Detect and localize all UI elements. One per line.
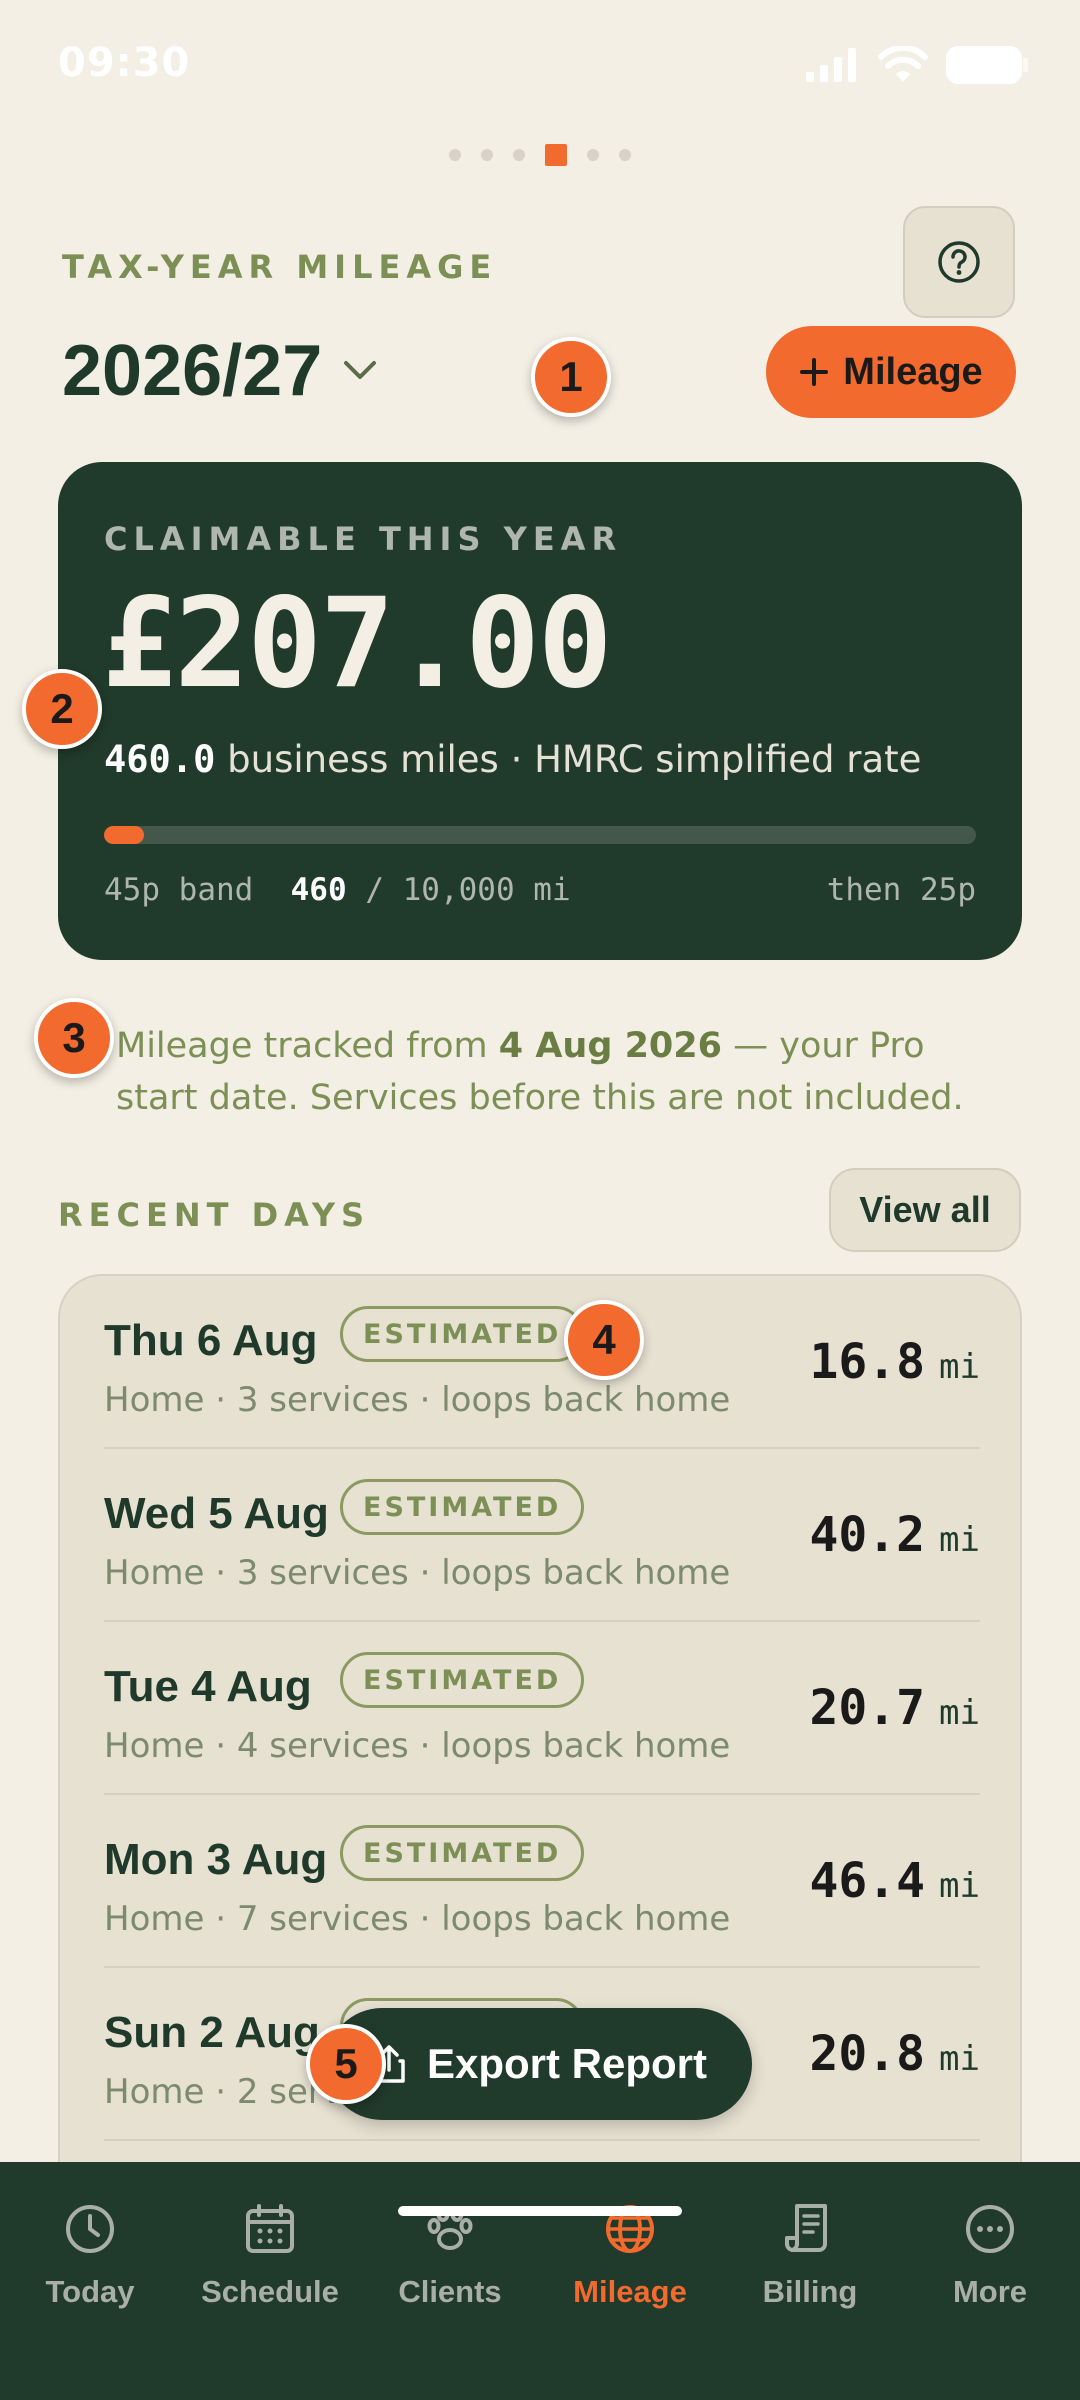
page-dot bbox=[545, 144, 567, 166]
day-date: Tue 4 Aug bbox=[104, 1662, 312, 1711]
day-date: Thu 6 Aug bbox=[104, 1316, 318, 1365]
nav-label: Schedule bbox=[201, 2274, 339, 2309]
day-miles-unit: mi bbox=[939, 1520, 980, 1560]
nav-item-clients[interactable]: Clients bbox=[360, 2202, 540, 2310]
page-dot bbox=[481, 149, 493, 161]
export-report-label: Export Report bbox=[426, 2040, 707, 2087]
claimable-summary-card: CLAIMABLE THIS YEAR £207.00 460.0 busine… bbox=[58, 462, 1022, 960]
band-after: then 25p bbox=[826, 872, 976, 908]
annotation-badge-5: 5 bbox=[306, 2024, 386, 2104]
wifi-icon bbox=[878, 46, 928, 82]
add-mileage-button[interactable]: Mileage bbox=[766, 326, 1016, 418]
day-miles-value: 40.2 bbox=[809, 1507, 926, 1563]
day-miles: 20.7 mi bbox=[809, 1680, 980, 1736]
section-eyebrow: TAX-YEAR MILEAGE bbox=[62, 248, 498, 286]
nav-label: Today bbox=[45, 2274, 135, 2309]
day-date: Sun 2 Aug bbox=[104, 2008, 320, 2057]
annotation-badge-2: 2 bbox=[22, 669, 102, 749]
day-meta: Home · 4 services · loops back home bbox=[104, 1726, 731, 1766]
year-label: 2026/27 bbox=[62, 331, 323, 411]
status-time: 09:30 bbox=[58, 40, 191, 86]
band-total: / 10,000 mi bbox=[365, 872, 571, 908]
day-miles: 40.2 mi bbox=[809, 1507, 980, 1563]
page-indicator bbox=[0, 144, 1080, 166]
estimated-chip: ESTIMATED bbox=[340, 1479, 585, 1535]
year-selector[interactable]: 2026/27 bbox=[62, 330, 378, 412]
nav-item-today[interactable]: Today bbox=[0, 2202, 180, 2310]
day-miles: 16.8 mi bbox=[809, 1334, 980, 1390]
nav-label: Mileage bbox=[573, 2274, 687, 2309]
day-miles-unit: mi bbox=[939, 1866, 980, 1906]
day-row[interactable]: Tue 4 Aug ESTIMATED Home · 4 services · lo… bbox=[104, 1622, 980, 1795]
view-all-button[interactable]: View all bbox=[829, 1168, 1021, 1252]
estimated-chip: ESTIMATED bbox=[340, 1825, 585, 1881]
annotation-badge-3: 3 bbox=[34, 998, 114, 1078]
band-used: 460 bbox=[290, 872, 347, 908]
nav-item-schedule[interactable]: Schedule bbox=[180, 2202, 360, 2310]
page-dot bbox=[619, 149, 631, 161]
band-progress-bar bbox=[104, 826, 976, 844]
add-mileage-label: Mileage bbox=[843, 350, 983, 393]
day-miles-unit: mi bbox=[939, 1693, 980, 1733]
day-meta: Home · 3 services · loops back home bbox=[104, 1380, 731, 1420]
battery-icon bbox=[946, 46, 1028, 84]
note-date: 4 Aug 2026 bbox=[498, 1026, 722, 1066]
nav-label: More bbox=[952, 2274, 1028, 2309]
recent-days-label: RECENT DAYS bbox=[58, 1196, 371, 1234]
day-row[interactable]: Thu 6 Aug ESTIMATED Home · 3 services · lo… bbox=[104, 1276, 980, 1449]
day-miles: 46.4 mi bbox=[809, 1853, 980, 1909]
day-miles-value: 16.8 bbox=[809, 1334, 926, 1390]
day-date: Mon 3 Aug bbox=[104, 1835, 328, 1884]
day-date: Wed 5 Aug bbox=[104, 1489, 329, 1538]
estimated-chip: ESTIMATED bbox=[340, 1652, 585, 1708]
claimable-label: CLAIMABLE THIS YEAR bbox=[104, 520, 623, 558]
page-dot bbox=[513, 149, 525, 161]
home-indicator bbox=[398, 2206, 682, 2216]
question-icon bbox=[938, 241, 980, 283]
day-row[interactable]: Mon 3 Aug ESTIMATED Home · 7 services · lo… bbox=[104, 1795, 980, 1968]
day-meta: Home · 3 services · loops back home bbox=[104, 1553, 731, 1593]
chevron-down-icon bbox=[344, 361, 377, 379]
day-miles: 20.8 mi bbox=[809, 2026, 980, 2082]
estimated-chip: ESTIMATED bbox=[340, 1306, 585, 1362]
nav-label: Billing bbox=[762, 2274, 858, 2309]
bottom-navigation: Today Schedule Clients Mileage Billing More bbox=[0, 2162, 1080, 2400]
pro-start-note: Mileage tracked from 4 Aug 2026 — your P… bbox=[116, 1020, 996, 1124]
nav-item-billing[interactable]: Billing bbox=[720, 2202, 900, 2310]
page-dot bbox=[449, 149, 461, 161]
nav-item-mileage[interactable]: Mileage bbox=[540, 2202, 720, 2310]
band-label: 45p band bbox=[104, 872, 254, 908]
nav-item-more[interactable]: More bbox=[900, 2202, 1080, 2310]
status-icons bbox=[806, 46, 1028, 84]
signal-icon bbox=[806, 48, 856, 82]
day-miles-value: 20.7 bbox=[809, 1680, 926, 1736]
note-prefix: Mileage tracked from bbox=[116, 1026, 499, 1066]
clock-icon bbox=[63, 2202, 117, 2260]
claimable-amount: £207.00 bbox=[102, 572, 613, 716]
plus-icon bbox=[800, 358, 829, 386]
business-miles-value: 460.0 bbox=[104, 738, 216, 781]
day-miles-unit: mi bbox=[939, 2039, 980, 2079]
business-miles-summary: 460.0 business miles · HMRC simplified r… bbox=[104, 738, 921, 781]
page-dot bbox=[587, 149, 599, 161]
day-miles-value: 20.8 bbox=[809, 2026, 926, 2082]
receipt-icon bbox=[783, 2202, 837, 2260]
more-icon bbox=[963, 2202, 1017, 2260]
day-miles-unit: mi bbox=[939, 1347, 980, 1387]
band-progress-fill bbox=[104, 826, 145, 844]
help-button[interactable] bbox=[903, 206, 1015, 318]
nav-label: Clients bbox=[398, 2274, 502, 2309]
annotation-badge-4: 4 bbox=[564, 1300, 644, 1380]
day-row[interactable]: Wed 5 Aug ESTIMATED Home · 3 services · lo… bbox=[104, 1449, 980, 1622]
calendar-icon bbox=[243, 2202, 297, 2260]
band-row: 45p band 460 / 10,000 mi then 25p bbox=[104, 872, 976, 908]
day-meta: Home · 7 services · loops back home bbox=[104, 1899, 731, 1939]
business-miles-suffix: business miles · HMRC simplified rate bbox=[227, 738, 922, 781]
annotation-badge-1: 1 bbox=[531, 337, 611, 417]
export-report-button[interactable]: Export Report bbox=[326, 2008, 752, 2120]
day-miles-value: 46.4 bbox=[809, 1853, 926, 1909]
